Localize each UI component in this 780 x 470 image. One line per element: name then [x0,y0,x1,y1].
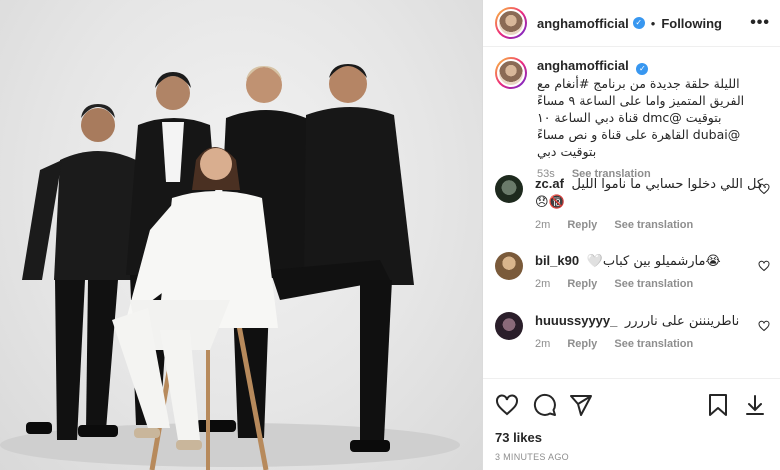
comment-avatar[interactable] [495,175,523,203]
action-bar [483,378,780,429]
comment-like-heart-icon[interactable] [758,183,770,195]
comment-icon[interactable] [533,393,557,417]
comment-username[interactable]: huuussyyyy_ [535,313,617,328]
comment-item: zc.af كل اللي دخلوا حسابي ما ناموا الليل… [483,175,780,234]
comment-text: ناطرينننن على نارررر [625,314,740,329]
avatar[interactable] [495,7,527,39]
comment-age: 2m [535,338,551,350]
post-photo[interactable] [0,0,482,470]
following-button[interactable]: Following [661,16,722,31]
comment-age: 2m [535,278,551,290]
comment-avatar[interactable] [495,252,523,280]
download-icon[interactable] [743,393,767,417]
post-header: anghamofficial ✓ • Following ••• [483,0,780,47]
heart-icon[interactable] [495,393,519,417]
header-username[interactable]: anghamofficial [537,16,629,31]
see-translation-link[interactable]: See translation [614,219,693,231]
separator-dot: • [650,15,656,31]
caption-username[interactable]: anghamofficial [537,58,629,73]
comment-like-heart-icon[interactable] [758,260,770,272]
instagram-post: anghamofficial ✓ • Following ••• anghamo… [0,0,780,470]
caption: anghamofficial ✓ الليلة حلقة جديدة من بر… [483,47,780,183]
likes-count[interactable]: 73 likes [495,430,542,445]
comment-item: bil_k90 🤍مارشميلو بين كباب😭 2m Reply See… [483,252,780,293]
post-timestamp: 3 MINUTES AGO [495,452,569,462]
comment-username[interactable]: bil_k90 [535,253,579,268]
more-options-icon[interactable]: ••• [750,15,770,31]
see-translation-link[interactable]: See translation [614,278,693,290]
comment-avatar[interactable] [495,312,523,340]
reply-button[interactable]: Reply [567,219,597,231]
post-sidebar: anghamofficial ✓ • Following ••• anghamo… [482,0,780,470]
comment-text: 🤍مارشميلو بين كباب😭 [586,254,721,269]
comment-age: 2m [535,219,551,231]
see-translation-link[interactable]: See translation [614,338,693,350]
caption-avatar[interactable] [495,57,527,89]
reply-button[interactable]: Reply [567,278,597,290]
comment-username[interactable]: zc.af [535,176,564,191]
bookmark-icon[interactable] [707,393,729,417]
reply-button[interactable]: Reply [567,338,597,350]
comment-text: كل اللي دخلوا حسابي ما ناموا الليل.😞🔞 [535,177,768,210]
verified-badge-icon: ✓ [632,17,645,29]
caption-text: الليلة حلقة جديدة من برنامج #أنغام مع ال… [537,76,745,159]
verified-badge-icon: ✓ [636,63,649,75]
comments-list[interactable]: anghamofficial ✓ الليلة حلقة جديدة من بر… [483,47,780,377]
group-photo-illustration [0,64,460,470]
comment-item: huuussyyyy_ ناطرينننن على نارررر 2m Repl… [483,312,780,353]
share-icon[interactable] [569,393,593,417]
comment-like-heart-icon[interactable] [758,320,770,332]
